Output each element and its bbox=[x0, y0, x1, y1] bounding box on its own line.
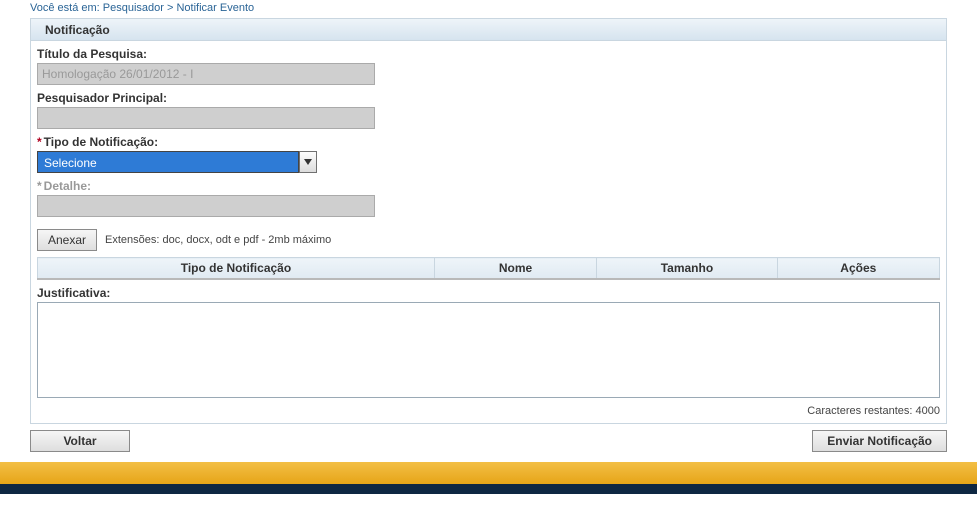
tipo-notificacao-selected[interactable]: Selecione bbox=[37, 151, 299, 173]
tipo-notificacao-label: *Tipo de Notificação: bbox=[37, 135, 940, 149]
justificativa-label: Justificativa: bbox=[37, 286, 940, 300]
required-mark: * bbox=[37, 135, 42, 149]
breadcrumb-part-notificar: Notificar Evento bbox=[176, 2, 254, 14]
tipo-notificacao-select[interactable]: Selecione bbox=[37, 151, 317, 173]
chevron-down-icon bbox=[304, 159, 312, 165]
required-mark-grey: * bbox=[37, 179, 42, 193]
col-tamanho: Tamanho bbox=[597, 258, 777, 280]
col-nome: Nome bbox=[434, 258, 596, 280]
notificacao-panel: Notificação Título da Pesquisa: Pesquisa… bbox=[30, 18, 947, 424]
voltar-button[interactable]: Voltar bbox=[30, 430, 130, 452]
col-acoes: Ações bbox=[777, 258, 939, 280]
pesquisador-principal-label: Pesquisador Principal: bbox=[37, 91, 940, 105]
detalhe-input bbox=[37, 195, 375, 217]
anexar-button[interactable]: Anexar bbox=[37, 229, 97, 251]
justificativa-textarea[interactable] bbox=[37, 302, 940, 398]
titulo-pesquisa-label: Título da Pesquisa: bbox=[37, 47, 940, 61]
breadcrumb-prefix: Você está em: bbox=[30, 2, 103, 14]
breadcrumb-sep: > bbox=[164, 2, 177, 14]
anexar-hint: Extensões: doc, docx, odt e pdf - 2mb má… bbox=[105, 234, 331, 246]
tipo-notificacao-dropdown-button[interactable] bbox=[299, 151, 317, 173]
detalhe-label: *Detalhe: bbox=[37, 179, 940, 193]
caracteres-restantes: Caracteres restantes: 4000 bbox=[31, 403, 946, 423]
panel-title: Notificação bbox=[31, 19, 946, 41]
pesquisador-principal-input bbox=[37, 107, 375, 129]
footer-stripe bbox=[0, 462, 977, 484]
enviar-notificacao-button[interactable]: Enviar Notificação bbox=[812, 430, 947, 452]
titulo-pesquisa-input bbox=[37, 63, 375, 85]
col-tipo-notificacao: Tipo de Notificação bbox=[38, 258, 435, 280]
footer-dark bbox=[0, 484, 977, 494]
breadcrumb-part-pesquisador[interactable]: Pesquisador bbox=[103, 2, 164, 14]
anexos-table: Tipo de Notificação Nome Tamanho Ações bbox=[37, 257, 940, 280]
breadcrumb: Você está em: Pesquisador > Notificar Ev… bbox=[0, 0, 977, 18]
